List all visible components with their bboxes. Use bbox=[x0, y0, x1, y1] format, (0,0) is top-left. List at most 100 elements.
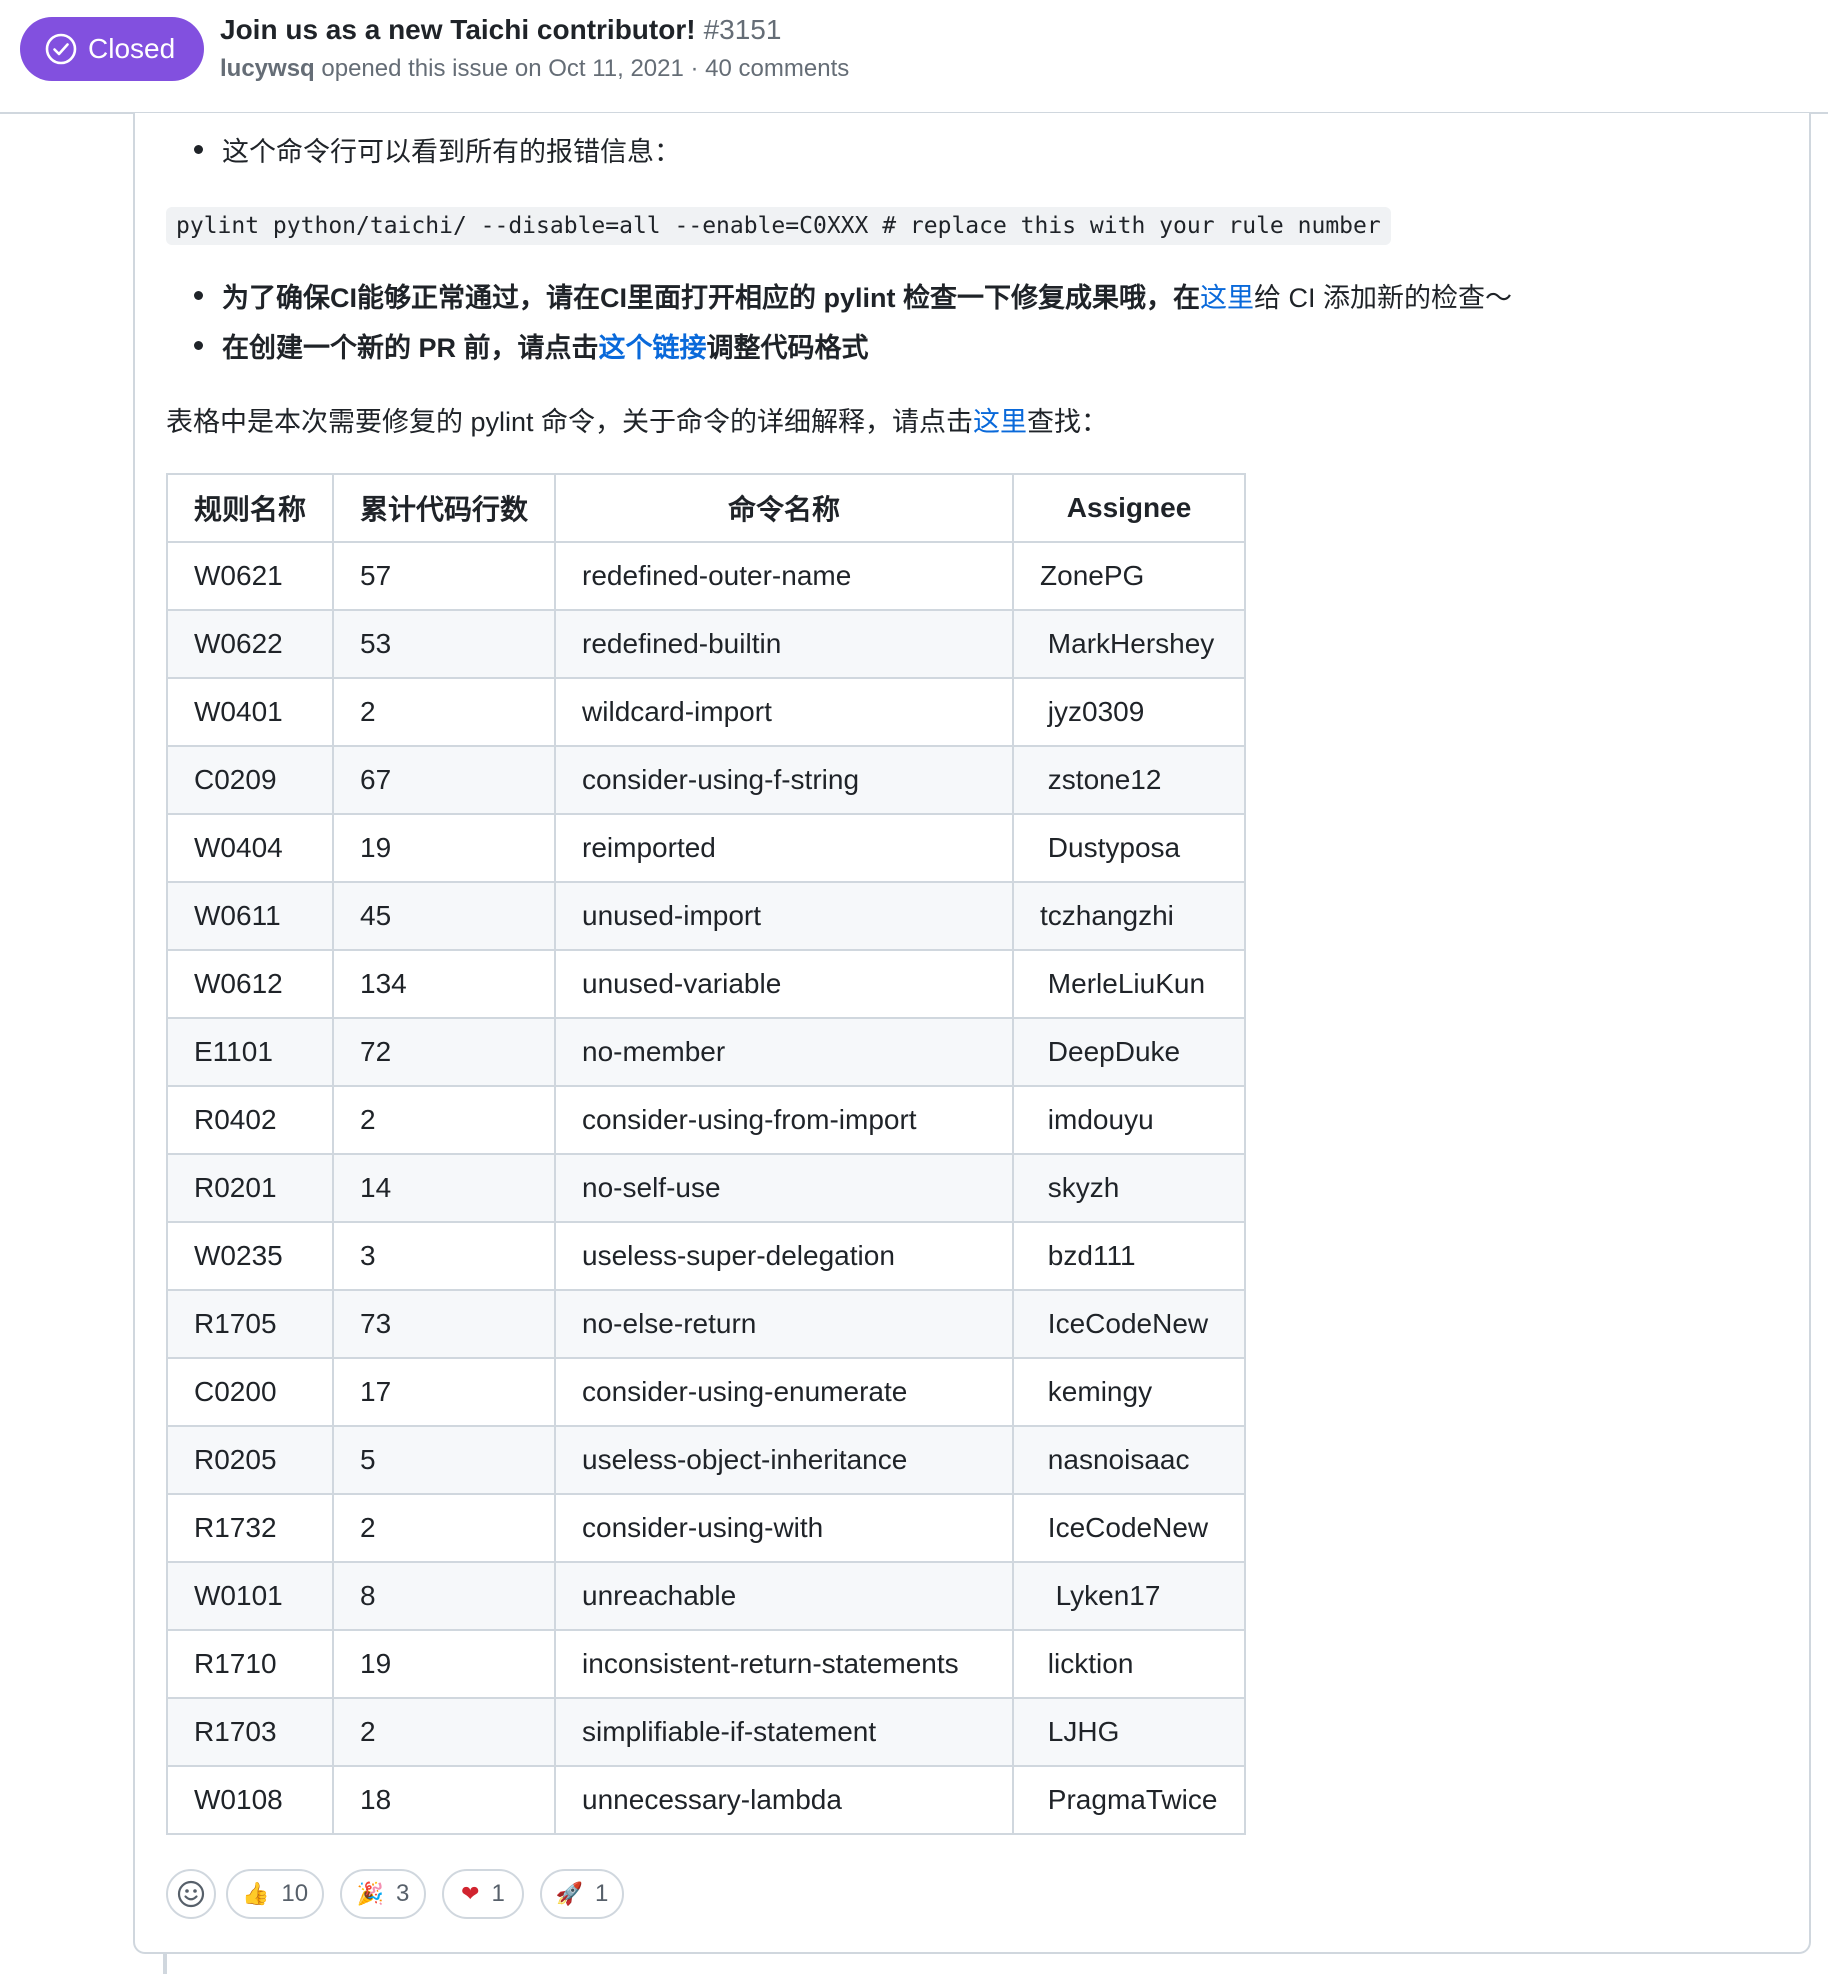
bullet-item-errors: 这个命令行可以看到所有的报错信息： bbox=[194, 130, 681, 169]
line-count-cell: 134 bbox=[332, 949, 557, 1019]
rule-code-cell: W0622 bbox=[165, 609, 335, 679]
timeline-line bbox=[163, 1954, 167, 1974]
line-count-cell: 57 bbox=[332, 541, 557, 611]
assignee-cell: nasnoisaac bbox=[1012, 1425, 1247, 1495]
assignee-cell: IceCodeNew bbox=[1012, 1289, 1247, 1359]
heart-icon: ❤ bbox=[461, 1881, 480, 1907]
assignee-cell: IceCodeNew bbox=[1012, 1493, 1247, 1563]
assignee-cell: Lyken17 bbox=[1012, 1561, 1247, 1631]
rules-table: 规则名称 累计代码行数 命令名称 Assignee W0621 57 redefin… bbox=[165, 473, 1247, 1835]
line-count-cell: 2 bbox=[332, 1085, 557, 1155]
line-count-cell: 53 bbox=[332, 609, 557, 679]
reaction-count: 1 bbox=[595, 1880, 609, 1907]
reaction-count: 10 bbox=[281, 1880, 309, 1907]
bullet-item-ci: 为了确保CI能够正常通过，请在CI里面打开相应的 pylint 检查一下修复成果… bbox=[194, 276, 1512, 315]
assignee-cell: jyz0309 bbox=[1012, 677, 1247, 747]
line-count-cell: 72 bbox=[332, 1017, 557, 1087]
rule-code-cell: R0201 bbox=[165, 1153, 335, 1223]
issue-header: Closed Join us as a new Taichi contribut… bbox=[0, 0, 1828, 114]
reaction-rocket-button[interactable]: 🚀 1 bbox=[540, 1869, 624, 1919]
rule-code-cell: W0108 bbox=[165, 1765, 335, 1835]
bullet-dot bbox=[194, 341, 203, 350]
bullet-item-pr: 在创建一个新的 PR 前，请点击 这个链接 调整代码格式 bbox=[194, 326, 869, 365]
table-intro-paragraph: 表格中是本次需要修复的 pylint 命令，关于命令的详细解释，请点击这里查找： bbox=[166, 400, 1108, 439]
ci-link[interactable]: 这里 bbox=[1200, 276, 1254, 315]
rocket-icon: 🚀 bbox=[555, 1881, 584, 1907]
reaction-heart-button[interactable]: ❤ 1 bbox=[442, 1869, 524, 1919]
rule-code-cell: W0621 bbox=[165, 541, 335, 611]
command-name-cell: consider-using-from-import bbox=[554, 1085, 1015, 1155]
explain-link[interactable]: 这里 bbox=[973, 407, 1027, 437]
assignee-cell: kemingy bbox=[1012, 1357, 1247, 1427]
table-row: W0611 45 unused-import tczhangzhi bbox=[165, 881, 1247, 951]
assignee-cell: LJHG bbox=[1012, 1697, 1247, 1767]
command-name-cell: unused-variable bbox=[554, 949, 1015, 1019]
reaction-count: 3 bbox=[396, 1880, 410, 1907]
rule-code-cell: C0209 bbox=[165, 745, 335, 815]
rule-code-cell: R1705 bbox=[165, 1289, 335, 1359]
rule-code-cell: W0611 bbox=[165, 881, 335, 951]
assignee-cell: Dustyposa bbox=[1012, 813, 1247, 883]
line-count-cell: 5 bbox=[332, 1425, 557, 1495]
table-row: W0621 57 redefined-outer-name ZonePG bbox=[165, 541, 1247, 611]
rule-code-cell: R1703 bbox=[165, 1697, 335, 1767]
bullet-dot bbox=[194, 145, 203, 154]
issue-meta-text: opened this issue on Oct 11, 2021 · 40 c… bbox=[321, 55, 850, 82]
assignee-cell: MerleLiuKun bbox=[1012, 949, 1247, 1019]
table-header-row: 规则名称 累计代码行数 命令名称 Assignee bbox=[165, 473, 1247, 543]
issue-state-label: Closed bbox=[88, 33, 176, 64]
issue-title: Join us as a new Taichi contributor! #315… bbox=[220, 14, 781, 46]
command-name-cell: unused-import bbox=[554, 881, 1015, 951]
command-name-cell: consider-using-with bbox=[554, 1493, 1015, 1563]
table-row: R0201 14 no-self-use skyzh bbox=[165, 1153, 1247, 1223]
table-row: W0622 53 redefined-builtin MarkHershey bbox=[165, 609, 1247, 679]
smiley-add-icon bbox=[177, 1880, 205, 1908]
table-row: W0108 18 unnecessary-lambda PragmaTwice bbox=[165, 1765, 1247, 1835]
command-name-cell: redefined-outer-name bbox=[554, 541, 1015, 611]
line-count-cell: 2 bbox=[332, 1697, 557, 1767]
check-circle-icon bbox=[45, 33, 77, 65]
rule-code-cell: R1732 bbox=[165, 1493, 335, 1563]
bullet-tail-text: 给 CI 添加新的检查～ bbox=[1254, 283, 1513, 313]
command-name-cell: unreachable bbox=[554, 1561, 1015, 1631]
bullet-text: 在创建一个新的 PR 前，请点击 bbox=[222, 333, 599, 363]
table-row: E1101 72 no-member DeepDuke bbox=[165, 1017, 1247, 1087]
issue-state-badge: Closed bbox=[20, 17, 204, 81]
command-name-cell: consider-using-f-string bbox=[554, 745, 1015, 815]
table-row: R1710 19 inconsistent-return-statements li… bbox=[165, 1629, 1247, 1699]
table-row: W0101 8 unreachable Lyken17 bbox=[165, 1561, 1247, 1631]
table-row: W0401 2 wildcard-import jyz0309 bbox=[165, 677, 1247, 747]
assignee-cell: PragmaTwice bbox=[1012, 1765, 1247, 1835]
table-row: R1732 2 consider-using-with IceCodeNew bbox=[165, 1493, 1247, 1563]
line-count-cell: 3 bbox=[332, 1221, 557, 1291]
line-count-cell: 45 bbox=[332, 881, 557, 951]
rule-code-cell: C0200 bbox=[165, 1357, 335, 1427]
reaction-count: 1 bbox=[491, 1880, 505, 1907]
line-count-cell: 67 bbox=[332, 745, 557, 815]
add-reaction-button[interactable] bbox=[166, 1869, 216, 1919]
issue-meta: lucywsq opened this issue on Oct 11, 202… bbox=[220, 55, 849, 83]
rule-code-cell: E1101 bbox=[165, 1017, 335, 1087]
command-name-cell: useless-super-delegation bbox=[554, 1221, 1015, 1291]
format-link[interactable]: 这个链接 bbox=[599, 326, 707, 365]
issue-title-text: Join us as a new Taichi contributor! bbox=[220, 14, 696, 45]
assignee-cell: skyzh bbox=[1012, 1153, 1247, 1223]
command-name-cell: no-self-use bbox=[554, 1153, 1015, 1223]
rule-code-cell: R0402 bbox=[165, 1085, 335, 1155]
command-name-cell: redefined-builtin bbox=[554, 609, 1015, 679]
thumbs-up-icon: 👍 bbox=[241, 1881, 270, 1907]
paragraph-text: 表格中是本次需要修复的 pylint 命令，关于命令的详细解释，请点击 bbox=[166, 407, 974, 437]
rule-code-cell: W0612 bbox=[165, 949, 335, 1019]
assignee-cell: DeepDuke bbox=[1012, 1017, 1247, 1087]
rule-code-cell: R1710 bbox=[165, 1629, 335, 1699]
issue-author-link[interactable]: lucywsq bbox=[220, 55, 315, 82]
line-count-cell: 73 bbox=[332, 1289, 557, 1359]
reaction-tada-button[interactable]: 🎉 3 bbox=[340, 1869, 426, 1919]
table-body: W0621 57 redefined-outer-name ZonePG W0622 53… bbox=[165, 541, 1247, 1835]
table-row: W0612 134 unused-variable MerleLiuKun bbox=[165, 949, 1247, 1019]
rule-code-cell: W0401 bbox=[165, 677, 335, 747]
table-row: R1705 73 no-else-return IceCodeNew bbox=[165, 1289, 1247, 1359]
reaction-thumbs-up-button[interactable]: 👍 10 bbox=[226, 1869, 324, 1919]
assignee-cell: tczhangzhi bbox=[1012, 881, 1247, 951]
command-name-cell: simplifiable-if-statement bbox=[554, 1697, 1015, 1767]
